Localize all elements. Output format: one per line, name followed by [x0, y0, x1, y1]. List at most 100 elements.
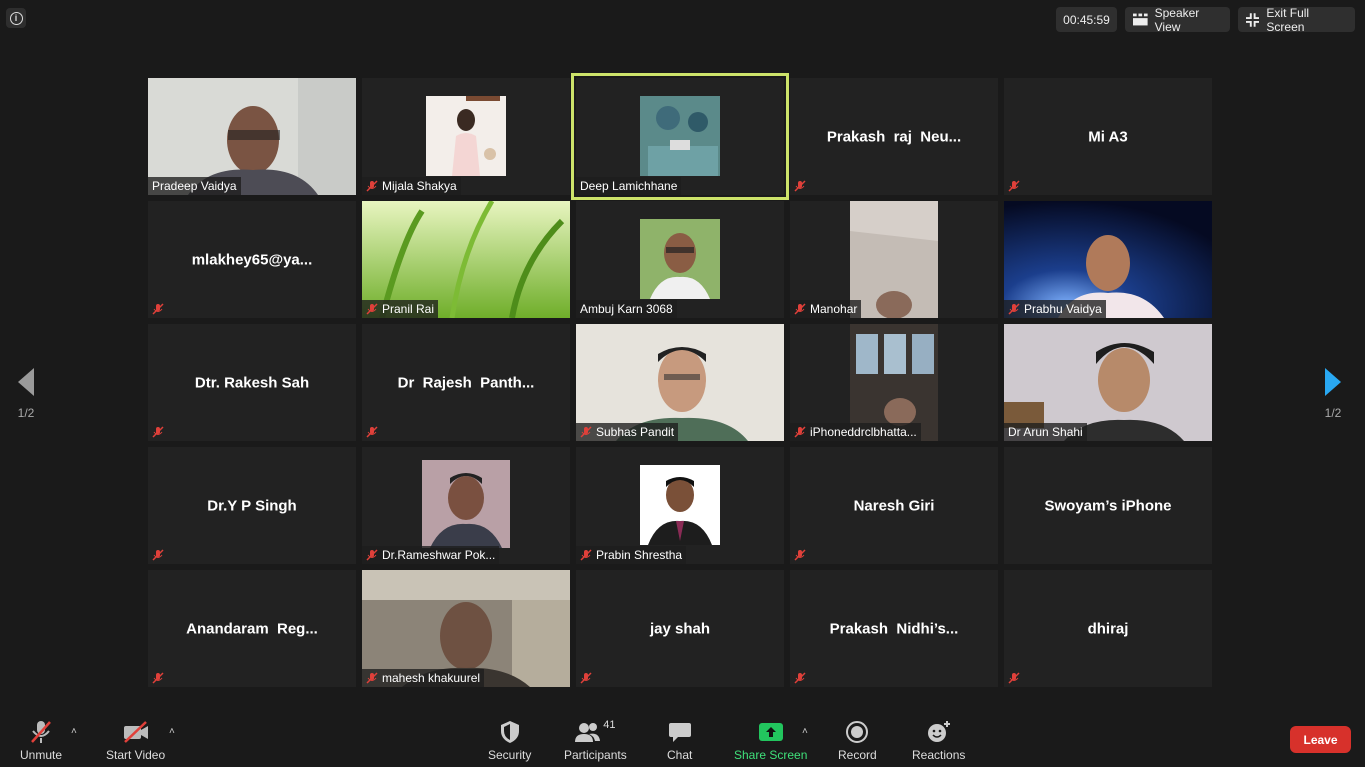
- participant-name-label: Dr Arun Shahi: [1004, 423, 1087, 441]
- participant-name-label: Subhas Pandit: [576, 423, 679, 441]
- muted-mic-icon: [366, 549, 378, 561]
- participant-display-name: dhiraj: [1087, 620, 1129, 637]
- participant-tile[interactable]: iPhoneddrclbhatta...: [790, 324, 998, 441]
- participant-display-name: jay shah: [649, 620, 711, 637]
- triangle-left-icon: [18, 368, 34, 396]
- record-button[interactable]: Record: [838, 720, 877, 762]
- share-screen-button[interactable]: Share Screen: [734, 720, 807, 762]
- previous-page-button[interactable]: 1/2: [14, 368, 38, 420]
- leave-button[interactable]: Leave: [1290, 726, 1351, 753]
- participant-tile[interactable]: Prakash Nidhi’s...: [790, 570, 998, 687]
- participant-tile[interactable]: Mijala Shakya: [362, 78, 570, 195]
- participant-name: Deep Lamichhane: [580, 179, 678, 193]
- muted-mic-icon: [580, 549, 592, 561]
- participant-tile[interactable]: Prakash raj Neu...: [790, 78, 998, 195]
- record-label: Record: [838, 748, 877, 762]
- participant-tile[interactable]: Dtr. Rakesh Sah: [148, 324, 356, 441]
- video-options-caret[interactable]: ˄: [169, 726, 175, 737]
- participant-display-name: Swoyam’s iPhone: [1044, 497, 1172, 514]
- participant-tile[interactable]: Prabhu Vaidya: [1004, 201, 1212, 318]
- participant-tile[interactable]: Mi A3: [1004, 78, 1212, 195]
- participant-name: Prabin Shrestha: [596, 548, 683, 562]
- muted-mic-icon: [31, 721, 51, 743]
- muted-mic-icon: [152, 303, 164, 315]
- chat-label: Chat: [667, 748, 693, 762]
- info-icon: i: [9, 11, 23, 25]
- participants-icon: [575, 723, 601, 742]
- meeting-timer: 00:45:59: [1056, 7, 1117, 32]
- share-options-caret[interactable]: ˄: [802, 726, 808, 737]
- start-video-button[interactable]: Start Video: [106, 720, 165, 762]
- participant-display-name: Anandaram Reg...: [186, 620, 318, 637]
- participant-tile[interactable]: jay shah: [576, 570, 784, 687]
- exit-full-screen-label: Exit Full Screen: [1266, 5, 1310, 34]
- participant-tile[interactable]: Pradeep Vaidya: [148, 78, 356, 195]
- participant-tile[interactable]: Anandaram Reg...: [148, 570, 356, 687]
- start-video-label: Start Video: [106, 748, 166, 762]
- participant-tile-active-speaker[interactable]: Deep Lamichhane: [571, 73, 789, 200]
- participant-display-name: Dr.Y P Singh: [207, 497, 297, 514]
- muted-mic-icon: [1008, 303, 1020, 315]
- participant-tile[interactable]: dhiraj: [1004, 570, 1212, 687]
- participant-display-name: Dr Rajesh Panth...: [397, 374, 535, 391]
- speaker-view-button[interactable]: Speaker View: [1125, 5, 1230, 34]
- muted-mic-icon: [794, 426, 806, 438]
- muted-mic-icon: [580, 672, 592, 684]
- muted-mic-icon: [1008, 672, 1020, 684]
- participant-tile[interactable]: Ambuj Karn 3068: [576, 201, 784, 318]
- participant-tile[interactable]: Swoyam’s iPhone: [1004, 447, 1212, 564]
- participant-name: Dr.Rameshwar Pok...: [382, 548, 496, 562]
- unmute-label: Unmute: [20, 748, 63, 762]
- page-indicator-right: 1/2: [1324, 406, 1342, 420]
- participant-tile[interactable]: Dr.Rameshwar Pok...: [362, 447, 570, 564]
- reactions-button[interactable]: Reactions: [912, 720, 965, 762]
- chat-bubble-icon: [668, 723, 691, 742]
- participant-name-label: Manohar: [790, 300, 862, 318]
- participant-count: 41: [603, 719, 616, 731]
- participant-video: [640, 219, 720, 299]
- exit-full-screen-icon: [1246, 12, 1260, 27]
- participant-name: Mijala Shakya: [382, 179, 457, 193]
- participant-name: iPhoneddrclbhatta...: [810, 425, 917, 439]
- participant-tile[interactable]: Pranil Rai: [362, 201, 570, 318]
- participant-video: [850, 201, 938, 318]
- meeting-info-button[interactable]: i: [6, 8, 26, 28]
- next-page-button[interactable]: 1/2: [1321, 368, 1345, 420]
- participant-display-name: Naresh Giri: [853, 497, 935, 514]
- participant-video: [422, 460, 510, 548]
- muted-mic-icon: [366, 303, 378, 315]
- chat-button[interactable]: Chat: [667, 720, 692, 762]
- participant-video: [426, 96, 506, 176]
- participant-tile[interactable]: Dr Rajesh Panth...: [362, 324, 570, 441]
- record-icon: [846, 721, 869, 743]
- participant-tile[interactable]: Dr Arun Shahi: [1004, 324, 1212, 441]
- muted-mic-icon: [794, 180, 806, 192]
- muted-mic-icon: [366, 180, 378, 192]
- participant-display-name: Dtr. Rakesh Sah: [194, 374, 310, 391]
- speaker-view-label: Speaker View: [1154, 5, 1200, 34]
- page-indicator-left: 1/2: [17, 406, 35, 420]
- participant-video: [640, 465, 720, 545]
- exit-full-screen-button[interactable]: Exit Full Screen: [1238, 5, 1355, 34]
- participant-tile[interactable]: Subhas Pandit: [576, 324, 784, 441]
- participant-tile[interactable]: mlakhey65@ya...: [148, 201, 356, 318]
- participant-tile[interactable]: mahesh khakuurel: [362, 570, 570, 687]
- speaker-view-icon: [1133, 13, 1148, 26]
- participant-tile[interactable]: Dr.Y P Singh: [148, 447, 356, 564]
- participant-name-label: Deep Lamichhane: [576, 177, 682, 195]
- participant-tile[interactable]: Prabin Shrestha: [576, 447, 784, 564]
- gallery-grid: Pradeep Vaidya Mijala Shakya Deep Lamich…: [148, 73, 1212, 687]
- security-button[interactable]: Security: [488, 720, 531, 762]
- unmute-button[interactable]: Unmute: [20, 720, 62, 762]
- participants-button[interactable]: 41 Participants: [564, 719, 627, 762]
- shield-icon: [500, 721, 519, 743]
- participant-display-name: Prakash raj Neu...: [826, 128, 962, 145]
- participant-tile[interactable]: Manohar: [790, 201, 998, 318]
- participants-label: Participants: [564, 748, 627, 762]
- muted-mic-icon: [152, 672, 164, 684]
- participant-tile[interactable]: Naresh Giri: [790, 447, 998, 564]
- participant-display-name: Prakash Nidhi’s...: [829, 620, 959, 637]
- audio-options-caret[interactable]: ˄: [71, 726, 77, 737]
- meeting-toolbar: Unmute ˄ Start Video ˄ Security 41 Parti…: [0, 710, 1365, 767]
- participant-name: Pranil Rai: [382, 302, 435, 316]
